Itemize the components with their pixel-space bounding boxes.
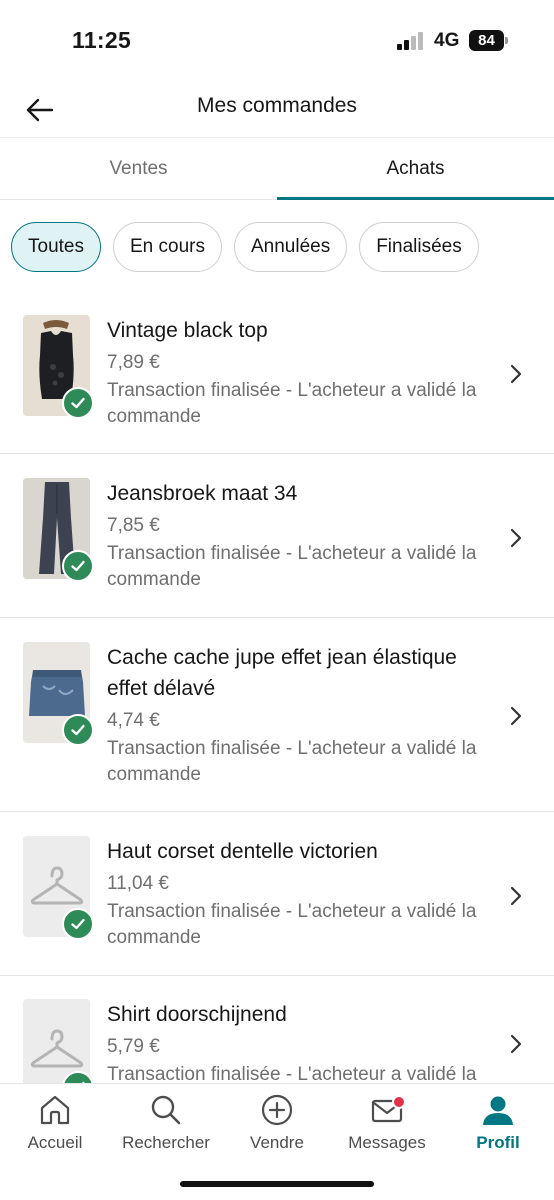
- filter-chip-toutes[interactable]: Toutes: [11, 222, 101, 272]
- search-icon: [151, 1095, 181, 1125]
- tab-achats[interactable]: Achats: [277, 138, 554, 200]
- filter-chip-annulees[interactable]: Annulées: [233, 222, 348, 272]
- order-status: Transaction finalisée - L'acheteur a val…: [107, 380, 477, 427]
- chevron-right-icon: [510, 1034, 522, 1054]
- order-price: 4,74 €: [107, 710, 160, 731]
- nav-profil[interactable]: Profil: [443, 1092, 553, 1153]
- filter-chip-finalisees[interactable]: Finalisées: [359, 222, 479, 272]
- completed-check-icon: [62, 908, 94, 940]
- chevron-right-icon: [510, 528, 522, 548]
- home-icon: [40, 1095, 70, 1125]
- order-price: 11,04 €: [107, 873, 169, 894]
- order-title: Cache cache jupe effet jean élastique ef…: [107, 646, 457, 700]
- nav-label: Profil: [476, 1133, 520, 1152]
- battery-tip: [505, 37, 508, 44]
- order-info: Vintage black top 7,89 € Transaction fin…: [107, 315, 492, 430]
- nav-rechercher[interactable]: Rechercher: [111, 1092, 221, 1153]
- orders-list: Vintage black top 7,89 € Transaction fin…: [0, 290, 554, 1083]
- page-title: Mes commandes: [197, 94, 357, 117]
- completed-check-icon: [62, 550, 94, 582]
- nav-label: Accueil: [27, 1133, 83, 1152]
- order-item[interactable]: Jeansbroek maat 34 7,85 € Transaction fi…: [0, 454, 554, 618]
- order-title: Shirt doorschijnend: [107, 1003, 287, 1026]
- nav-label: Vendre: [250, 1133, 304, 1152]
- nav-label: Messages: [348, 1133, 426, 1152]
- order-status: Transaction finalisée - L'acheteur a val…: [107, 543, 477, 590]
- home-indicator: [180, 1181, 374, 1187]
- order-info: Jeansbroek maat 34 7,85 € Transaction fi…: [107, 478, 492, 593]
- order-title: Haut corset dentelle victorien: [107, 840, 378, 863]
- battery-icon: 84: [469, 30, 509, 51]
- order-info: Shirt doorschijnend 5,79 € Transaction f…: [107, 999, 492, 1083]
- order-price: 7,89 €: [107, 352, 160, 373]
- plus-circle-icon: [261, 1094, 293, 1126]
- chevron-right-icon: [510, 364, 522, 384]
- order-item[interactable]: Haut corset dentelle victorien 11,04 € T…: [0, 812, 554, 976]
- filter-chips: Toutes En cours Annulées Finalisées: [11, 222, 479, 272]
- nav-accueil[interactable]: Accueil: [0, 1092, 110, 1153]
- notification-dot: [392, 1095, 406, 1109]
- completed-check-icon: [62, 387, 94, 419]
- profile-icon: [483, 1096, 513, 1125]
- order-status: Transaction finalisée - L'acheteur a val…: [107, 901, 477, 948]
- order-status: Transaction finalisée - L'acheteur a val…: [107, 1064, 477, 1083]
- nav-label: Rechercher: [122, 1133, 210, 1152]
- page-header: Mes commandes: [0, 82, 554, 138]
- tab-ventes[interactable]: Ventes: [0, 138, 277, 199]
- completed-check-icon: [62, 714, 94, 746]
- order-price: 7,85 €: [107, 515, 160, 536]
- status-time: 11:25: [72, 27, 132, 53]
- status-bar: 11:25 4G 84: [0, 0, 554, 82]
- order-item[interactable]: Cache cache jupe effet jean élastique ef…: [0, 618, 554, 812]
- cellular-signal-icon: [397, 32, 423, 50]
- order-item[interactable]: Vintage black top 7,89 € Transaction fin…: [0, 290, 554, 454]
- filter-chip-en-cours[interactable]: En cours: [112, 222, 222, 272]
- chevron-right-icon: [510, 886, 522, 906]
- order-title: Jeansbroek maat 34: [107, 482, 298, 505]
- nav-vendre[interactable]: Vendre: [222, 1092, 332, 1153]
- order-tabs: Ventes Achats: [0, 138, 554, 200]
- order-status: Transaction finalisée - L'acheteur a val…: [107, 738, 477, 785]
- order-info: Cache cache jupe effet jean élastique ef…: [107, 642, 492, 788]
- order-info: Haut corset dentelle victorien 11,04 € T…: [107, 836, 492, 951]
- order-item[interactable]: Shirt doorschijnend 5,79 € Transaction f…: [0, 976, 554, 1083]
- battery-level: 84: [469, 30, 504, 51]
- chevron-right-icon: [510, 706, 522, 726]
- network-type: 4G: [434, 30, 460, 51]
- nav-messages[interactable]: Messages: [332, 1092, 442, 1153]
- order-title: Vintage black top: [107, 319, 268, 342]
- order-price: 5,79 €: [107, 1036, 160, 1057]
